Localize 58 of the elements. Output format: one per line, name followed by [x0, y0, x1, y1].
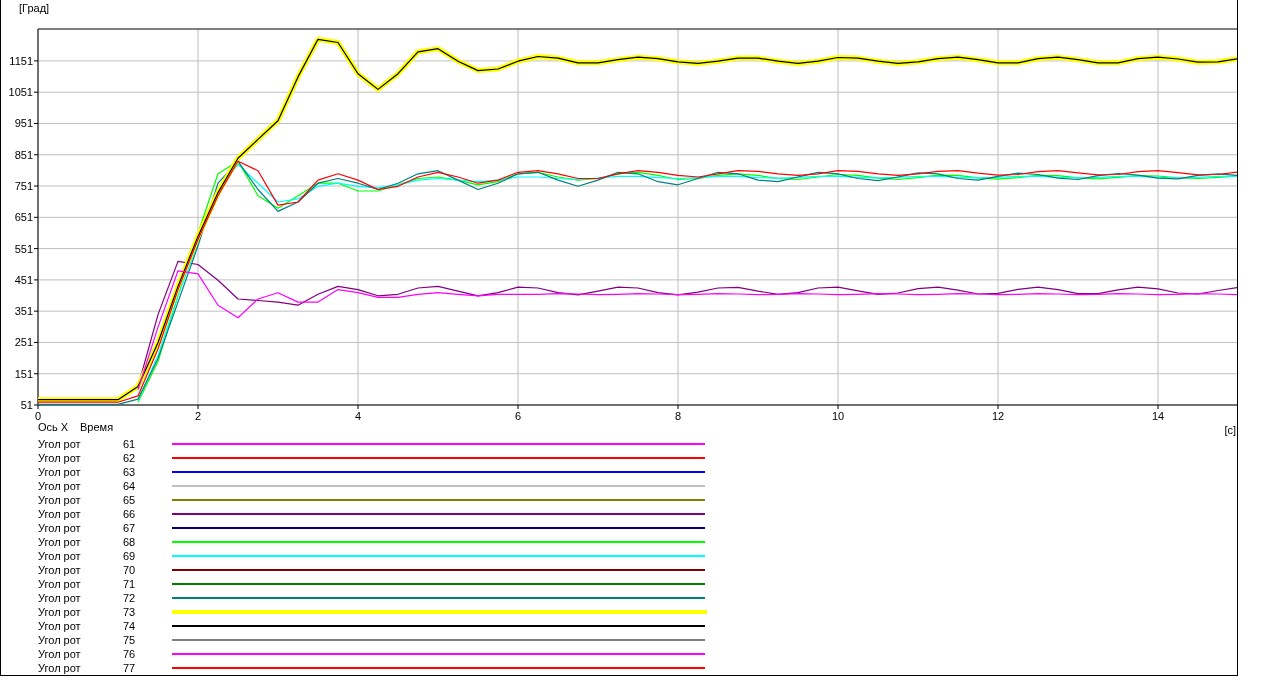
legend-number: 77 — [123, 662, 137, 674]
legend-number: 66 — [123, 508, 137, 520]
tick-label: 351 — [14, 305, 33, 318]
legend-label: Угол рот — [37, 536, 82, 548]
legend-number: 64 — [123, 480, 137, 492]
tick-label: 251 — [14, 336, 33, 349]
legend-number: 73 — [123, 606, 137, 618]
tick-label: 151 — [14, 367, 33, 380]
tick-label: 4 — [354, 410, 362, 422]
legend-label: Угол рот — [37, 494, 82, 506]
legend-number: 65 — [123, 494, 137, 506]
legend-number: 70 — [123, 564, 137, 576]
legend-label: Угол рот — [37, 662, 82, 674]
legend-label: Угол рот — [37, 438, 82, 450]
tick-label: 651 — [14, 211, 33, 224]
tick-label: 551 — [14, 242, 33, 255]
legend-label: Угол рот — [37, 592, 82, 604]
tick-label: 51 — [20, 399, 33, 411]
legend-label: Угол рот — [37, 606, 82, 618]
legend-label: Угол рот — [37, 466, 82, 478]
legend-label: Угол рот — [37, 648, 82, 660]
axis-unit-label: [с] — [1224, 424, 1236, 436]
legend-number: 62 — [123, 452, 137, 464]
legend-label: Угол рот — [37, 550, 82, 562]
tick-label: 2 — [194, 410, 202, 422]
tick-label: 1151 — [9, 54, 33, 67]
legend-label: Угол рот — [37, 564, 82, 576]
legend-number: 72 — [123, 592, 137, 604]
legend-label: Угол рот — [37, 508, 82, 520]
legend-number: 69 — [123, 550, 137, 562]
legend-label: Угол рот — [37, 620, 82, 632]
legend-number: 67 — [123, 522, 137, 534]
axis-caption: Ось X — [38, 421, 69, 433]
tick-label: 451 — [14, 273, 33, 286]
axis-unit-label: [Град] — [19, 2, 50, 14]
tick-label: 10 — [831, 410, 845, 422]
legend-number: 74 — [123, 620, 137, 632]
tick-label: 951 — [14, 117, 33, 130]
tick-label: 1051 — [8, 86, 33, 99]
tick-label: 851 — [14, 148, 33, 161]
tick-label: 14 — [1151, 410, 1165, 422]
legend-number: 75 — [123, 634, 137, 646]
legend-number: 63 — [123, 466, 137, 478]
legend-label: Угол рот — [37, 522, 82, 534]
legend-label: Угол рот — [37, 452, 82, 464]
legend-label: Угол рот — [37, 480, 82, 492]
axis-title: Время — [80, 421, 114, 433]
legend-number: 76 — [123, 648, 137, 660]
tick-label: 6 — [514, 410, 522, 422]
legend-number: 71 — [123, 578, 137, 590]
legend-number: 68 — [123, 536, 137, 548]
legend-number: 61 — [123, 438, 137, 450]
legend-label: Угол рот — [37, 634, 82, 646]
tick-label: 8 — [674, 410, 682, 422]
tick-label: 0 — [34, 410, 42, 422]
tick-label: 12 — [991, 410, 1005, 422]
legend-label: Угол рот — [37, 578, 82, 590]
tick-label: 751 — [14, 180, 33, 193]
